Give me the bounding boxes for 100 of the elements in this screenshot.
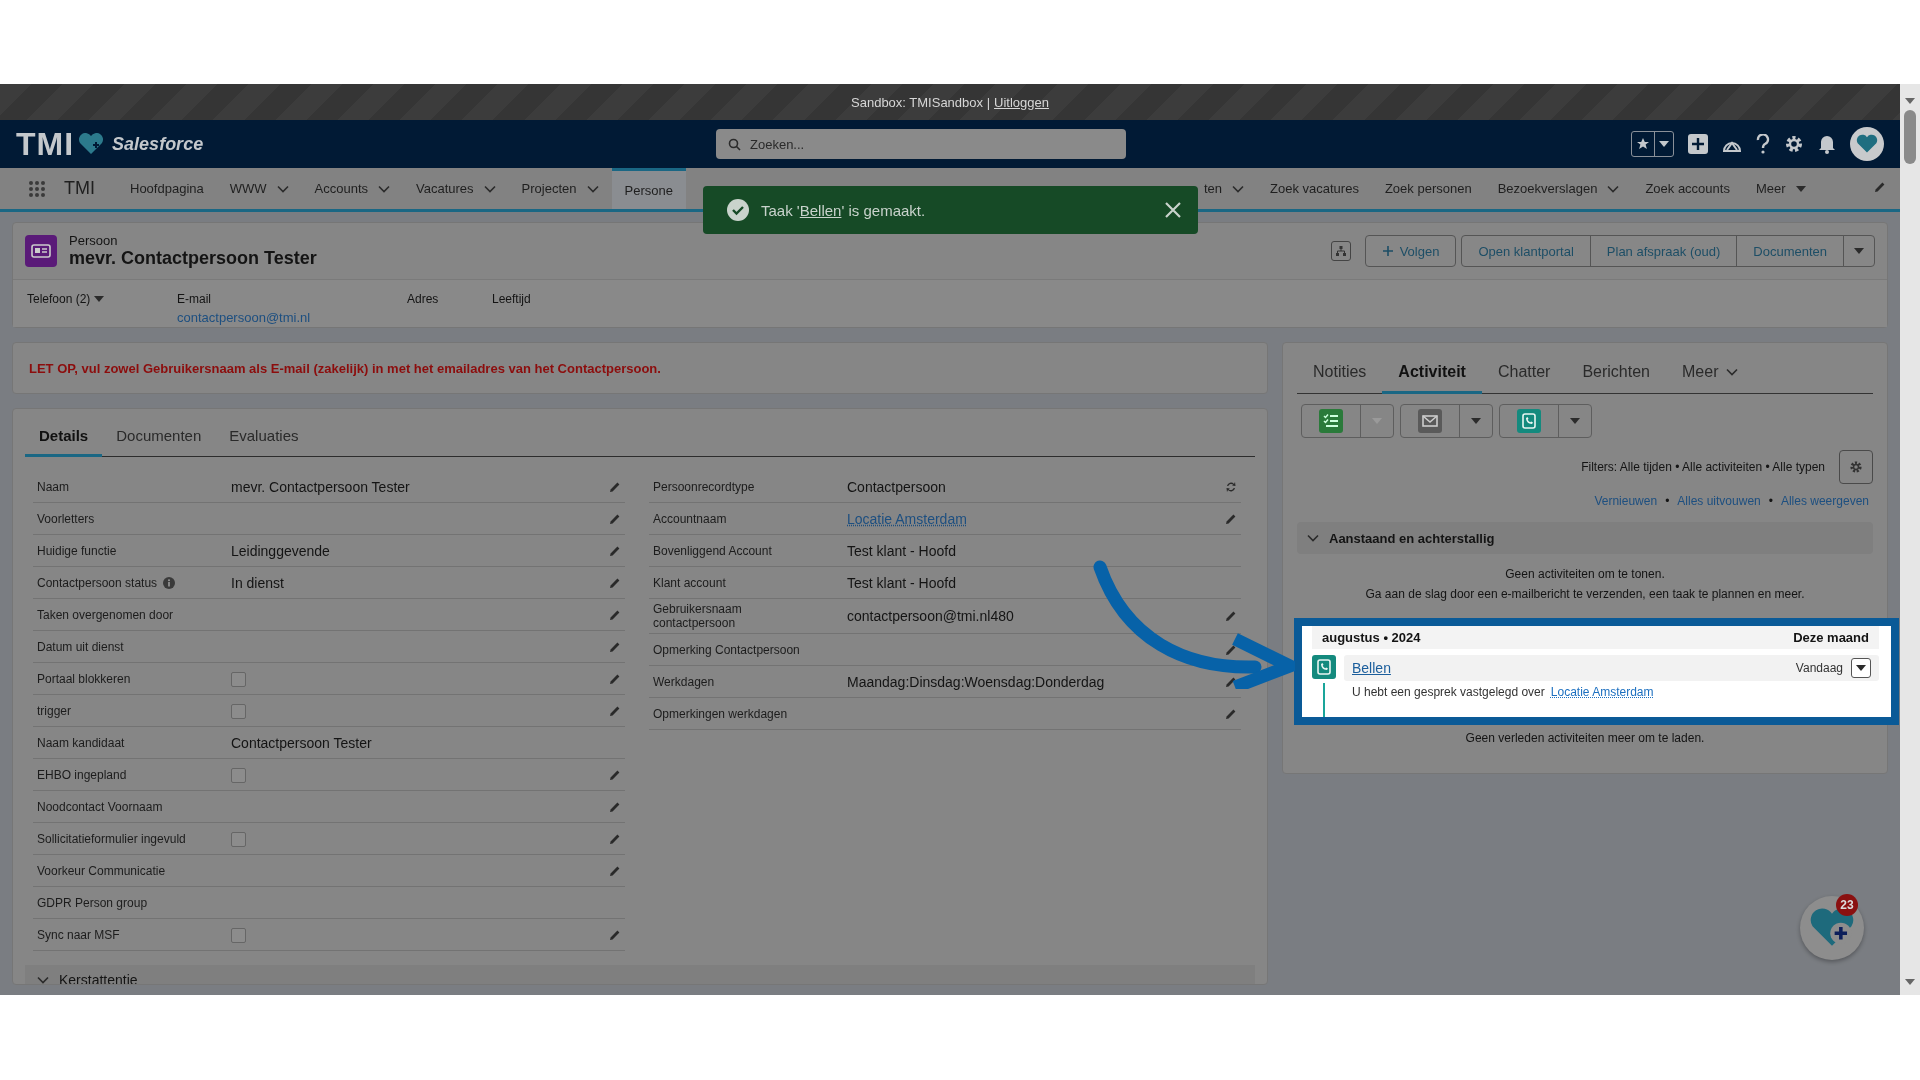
- field-value: mevr. Contactpersoon Tester: [231, 478, 410, 495]
- pencil-icon[interactable]: [609, 864, 621, 877]
- activity-date: Vandaag: [1795, 661, 1843, 675]
- field-label: Sync naar MSF: [37, 927, 120, 942]
- nav-item[interactable]: ten: [1190, 168, 1258, 209]
- bell-icon[interactable]: [1818, 134, 1836, 154]
- task-list-icon[interactable]: [1319, 409, 1343, 433]
- contact-card-icon: [25, 235, 57, 267]
- field-value: Contactpersoon: [847, 478, 946, 495]
- pencil-icon[interactable]: [1225, 675, 1237, 688]
- nav-item[interactable]: Accounts: [301, 168, 404, 209]
- field-label: EHBO ingepland: [37, 767, 127, 782]
- star-icon: [1636, 137, 1650, 151]
- pencil-icon[interactable]: [609, 544, 621, 557]
- field-value: contactpersoon@tmi.nl480: [847, 608, 1014, 624]
- field-label: Werkdagen: [653, 674, 715, 689]
- phone-dropdown[interactable]: Telefoon (2): [27, 292, 177, 306]
- activity-link[interactable]: Vernieuwen: [1594, 494, 1658, 508]
- checkbox[interactable]: [231, 831, 246, 847]
- more-actions-button[interactable]: [1843, 235, 1875, 267]
- app-launcher-icon[interactable]: [28, 179, 46, 198]
- tab[interactable]: Documenten: [102, 419, 216, 457]
- follow-button[interactable]: Volgen: [1364, 235, 1457, 267]
- separator-dot: •: [1665, 494, 1670, 508]
- logout-link[interactable]: Uitloggen: [994, 94, 1049, 110]
- pencil-icon[interactable]: [609, 608, 621, 621]
- empty-message: Ga aan de slag door een e-mailbericht te verzenden, een taak te plannen en meer.: [1364, 586, 1806, 603]
- action-button[interactable]: Open klantportal: [1461, 235, 1591, 267]
- caret-icon: [1795, 185, 1806, 192]
- more-tab[interactable]: Meer: [1666, 355, 1755, 394]
- pencil-icon[interactable]: [609, 672, 621, 685]
- pencil-icon[interactable]: [609, 480, 621, 493]
- nav-item[interactable]: Zoek accounts: [1632, 168, 1743, 209]
- pencil-icon[interactable]: [609, 800, 621, 813]
- action-button[interactable]: Plan afspraak (oud): [1589, 235, 1738, 267]
- tab[interactable]: Notities: [1297, 355, 1383, 394]
- more-menu[interactable]: Meer: [1742, 168, 1819, 209]
- search-icon: [728, 138, 741, 151]
- pencil-icon[interactable]: [609, 640, 621, 653]
- scrollbar-track[interactable]: [1900, 84, 1920, 995]
- checkbox[interactable]: [231, 767, 246, 783]
- pencil-icon[interactable]: [1225, 643, 1237, 656]
- info-icon[interactable]: [163, 576, 176, 589]
- tab[interactable]: Chatter: [1481, 355, 1567, 394]
- filter-settings-button[interactable]: [1839, 450, 1873, 484]
- checkbox[interactable]: [231, 703, 246, 719]
- field-link[interactable]: Locatie Amsterdam: [847, 510, 967, 527]
- nav-item[interactable]: Projecten: [508, 168, 612, 209]
- nav-item[interactable]: Bezoekverslagen: [1484, 168, 1633, 209]
- pencil-icon[interactable]: [1874, 181, 1886, 193]
- pencil-icon[interactable]: [609, 832, 621, 845]
- help-icon[interactable]: [1756, 134, 1770, 154]
- favorites-button[interactable]: [1631, 131, 1674, 157]
- checkbox[interactable]: [231, 671, 246, 687]
- pencil-icon[interactable]: [1225, 512, 1237, 525]
- user-avatar[interactable]: [1850, 127, 1884, 161]
- pencil-icon[interactable]: [609, 928, 621, 941]
- task-link[interactable]: Bellen: [799, 201, 842, 219]
- tab[interactable]: Berichten: [1566, 355, 1666, 394]
- activity-title-link[interactable]: Bellen: [1352, 660, 1391, 676]
- email-link[interactable]: contactpersoon@tmi.nl: [177, 310, 407, 325]
- nav-item[interactable]: Hoofdpagina: [117, 168, 217, 209]
- nav-item[interactable]: Persone: [611, 168, 686, 209]
- pencil-icon[interactable]: [609, 704, 621, 717]
- heart-plus-icon: [78, 133, 105, 155]
- tab[interactable]: Details: [25, 419, 103, 457]
- record-type: Persoon: [69, 233, 119, 248]
- swap-icon[interactable]: [1225, 480, 1237, 493]
- search-field[interactable]: Zoeken...: [716, 129, 1126, 159]
- field-label: Sollicitatieformulier ingevuld: [37, 831, 186, 846]
- nav-item[interactable]: Zoek vacatures: [1257, 168, 1372, 209]
- section-header[interactable]: Aanstaand en achterstallig: [1297, 522, 1873, 554]
- pencil-icon[interactable]: [609, 576, 621, 589]
- account-link[interactable]: Locatie Amsterdam: [1550, 685, 1654, 699]
- pencil-icon[interactable]: [1225, 707, 1237, 720]
- tab[interactable]: Evaluaties: [215, 419, 313, 457]
- nav-item[interactable]: WWW: [216, 168, 302, 209]
- field-label: Bovenliggend Account: [653, 543, 772, 558]
- envelope-icon[interactable]: [1418, 409, 1442, 433]
- field-value: Contactpersoon Tester: [231, 734, 372, 751]
- hierarchy-icon[interactable]: [1330, 241, 1351, 261]
- item-menu-button[interactable]: [1851, 658, 1871, 678]
- checkbox[interactable]: [231, 927, 246, 943]
- activity-link[interactable]: Alles uitvouwen: [1677, 494, 1761, 508]
- scrollbar-thumb[interactable]: [1904, 110, 1916, 164]
- close-button[interactable]: [1164, 201, 1182, 219]
- pencil-icon[interactable]: [1225, 610, 1237, 622]
- phone-icon[interactable]: [1517, 409, 1541, 433]
- tab[interactable]: Activiteit: [1382, 355, 1482, 394]
- plus-icon[interactable]: [1688, 134, 1708, 154]
- nav-item[interactable]: Vacatures: [403, 168, 509, 209]
- caret-icon: [1905, 98, 1915, 104]
- pencil-icon[interactable]: [609, 768, 621, 781]
- settings-icon[interactable]: [1784, 134, 1804, 154]
- action-button[interactable]: Documenten: [1736, 235, 1844, 267]
- field-label: E-mail: [177, 292, 212, 306]
- caret-icon: [1570, 418, 1580, 424]
- activity-link[interactable]: Alles weergeven: [1780, 494, 1869, 508]
- pencil-icon[interactable]: [609, 512, 621, 525]
- nav-item[interactable]: Zoek personen: [1371, 168, 1485, 209]
